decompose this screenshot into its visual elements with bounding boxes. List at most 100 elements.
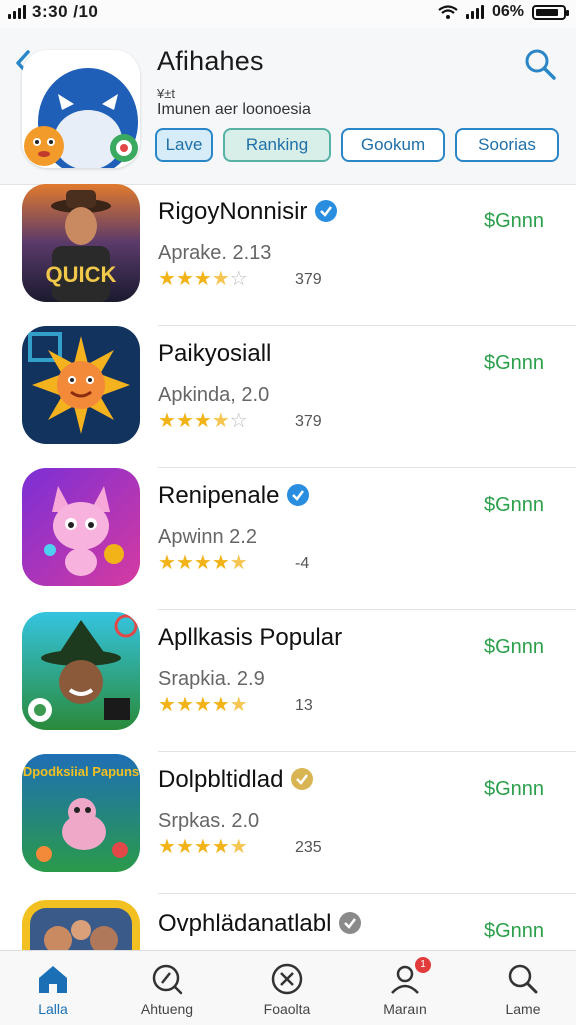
cell-signal-icon	[8, 5, 26, 19]
rating-count: 379	[295, 413, 322, 430]
list-item[interactable]: Renipenale Apwinn 2.2 ★★★★★ -4 $Gnnn	[0, 468, 576, 610]
app-version: Apkinda, 2.0	[158, 384, 270, 406]
circle-x-icon	[271, 963, 303, 995]
star-filled-icon: ★	[211, 552, 230, 574]
rating-count: -4	[295, 555, 310, 572]
nav-label: Foaolta	[263, 1001, 311, 1017]
list-item[interactable]: Ovphlädanatlabl $Gnnn	[0, 894, 576, 950]
tab-soorias[interactable]: Soorias	[455, 128, 559, 162]
star-filled-icon: ★	[158, 836, 176, 858]
tab-lave[interactable]: Lave	[155, 128, 213, 162]
nav-item-games[interactable]: Foaolta	[242, 951, 332, 1025]
dragon-icon-text: Dpodksiial Papuns	[23, 764, 139, 779]
rating-count: 13	[295, 697, 313, 714]
category-tabs: Lave Ranking Gookum Soorias	[155, 128, 559, 162]
star-filled-icon: ★	[211, 836, 230, 858]
nav-item-home[interactable]: Lalla	[8, 951, 98, 1025]
penguin-mascot-app-icon	[22, 50, 140, 168]
app-price[interactable]: $Gnnn	[484, 210, 544, 233]
app-price[interactable]: $Gnnn	[484, 778, 544, 801]
cell-signal-icon-2	[465, 5, 484, 19]
star-rating: ★★★★★	[158, 834, 248, 859]
app-header: Afihahes ¥±t Imunen aer loonoesia Lave R…	[0, 28, 576, 185]
status-left: 3:30 /10	[8, 2, 98, 22]
list-item[interactable]: Paikyosiall Apkinda, 2.0 ★★★★☆ 379 $Gnnn	[0, 326, 576, 468]
tab-gookum[interactable]: Gookum	[341, 128, 445, 162]
home-icon	[39, 966, 67, 993]
notification-badge: 1	[415, 957, 431, 973]
battery-icon	[532, 4, 569, 20]
star-filled-icon: ★	[175, 552, 194, 574]
app-version: Srapkia. 2.9	[158, 668, 265, 690]
app-version: Aprake. 2.13	[158, 242, 272, 264]
nav-item-profile[interactable]: 1 Maraın	[360, 951, 450, 1025]
app-price[interactable]: $Gnnn	[484, 636, 544, 659]
list-item[interactable]: QUICK RigoyNonnisir Aprake. 2.13 ★★★★☆ 3…	[0, 184, 576, 326]
star-filled-icon: ★	[193, 410, 212, 432]
verified-badge-icon	[339, 911, 362, 934]
bottom-tab-bar: Lalla Ahtueng Foaolta 1 Maraın Lame	[0, 950, 576, 1025]
app-price[interactable]: $Gnnn	[484, 920, 544, 943]
family-photo-app-icon	[22, 900, 140, 950]
star-filled-icon: ★	[158, 410, 176, 432]
sun-face-game-icon	[22, 326, 140, 444]
star-rating: ★★★★★	[158, 550, 248, 575]
search-icon[interactable]	[522, 46, 558, 82]
star-filled-icon: ★	[175, 694, 194, 716]
app-price[interactable]: $Gnnn	[484, 352, 544, 375]
star-filled-icon: ★	[211, 694, 230, 716]
app-name: Ovphlädanatlabl	[158, 910, 362, 938]
star-filled-icon: ★	[158, 268, 176, 290]
cowboy-quick-game-icon: QUICK	[22, 184, 140, 302]
star-half-icon: ★	[229, 694, 248, 716]
rating-count: 235	[295, 839, 322, 856]
nav-item-search[interactable]: Lame	[478, 951, 568, 1025]
star-filled-icon: ★	[158, 552, 176, 574]
star-half-icon: ★	[211, 268, 230, 290]
star-filled-icon: ★	[193, 836, 212, 858]
verified-badge-icon	[291, 767, 314, 790]
star-filled-icon: ★	[193, 552, 212, 574]
header-subtitle-small: ¥±t	[157, 86, 175, 101]
star-empty-icon: ☆	[229, 268, 248, 290]
star-half-icon: ★	[229, 552, 248, 574]
star-half-icon: ★	[229, 836, 248, 858]
list-item[interactable]: Apllkasis Popular Srapkia. 2.9 ★★★★★ 13 …	[0, 610, 576, 752]
app-name-text: RigoyNonnisir	[158, 198, 308, 225]
app-version: Apwinn 2.2	[158, 526, 257, 548]
star-filled-icon: ★	[158, 694, 176, 716]
verified-badge-icon	[315, 199, 338, 222]
list-item[interactable]: Dpodksiial Papuns Dolpbltidlad Srpkas. 2…	[0, 752, 576, 894]
app-price[interactable]: $Gnnn	[484, 494, 544, 517]
witch-hat-game-icon	[22, 612, 140, 730]
pink-creature-game-icon	[22, 468, 140, 586]
search-icon	[508, 964, 538, 994]
app-name: Apllkasis Popular	[158, 624, 343, 651]
star-filled-icon: ★	[175, 836, 194, 858]
tab-ranking[interactable]: Ranking	[223, 128, 331, 162]
verified-badge-icon	[287, 483, 310, 506]
star-rating: ★★★★★	[158, 692, 248, 717]
star-empty-icon: ☆	[229, 410, 248, 432]
dragon-poppins-game-icon: Dpodksiial Papuns	[22, 754, 140, 872]
app-name-text: Renipenale	[158, 482, 280, 509]
app-version: Srpkas. 2.0	[158, 810, 260, 832]
nav-label: Lame	[505, 1001, 541, 1017]
app-name-text: Dolpbltidlad	[158, 766, 284, 793]
nav-item-explore[interactable]: Ahtueng	[122, 951, 212, 1025]
nav-label: Maraın	[383, 1001, 427, 1017]
app-name: Dolpbltidlad	[158, 766, 314, 794]
quick-icon-text: QUICK	[46, 262, 117, 287]
battery-percent: 06%	[491, 3, 524, 20]
star-rating: ★★★★☆	[158, 266, 248, 291]
star-filled-icon: ★	[193, 268, 212, 290]
app-name: RigoyNonnisir	[158, 198, 338, 226]
app-name: Renipenale	[158, 482, 310, 510]
star-filled-icon: ★	[193, 694, 212, 716]
page-title: Afihahes	[157, 46, 264, 76]
star-rating: ★★★★☆	[158, 408, 248, 433]
compass-icon	[152, 964, 183, 995]
nav-label: Lalla	[38, 1001, 68, 1017]
status-right: 06%	[438, 3, 569, 21]
status-time: 3:30 /10	[32, 2, 99, 21]
